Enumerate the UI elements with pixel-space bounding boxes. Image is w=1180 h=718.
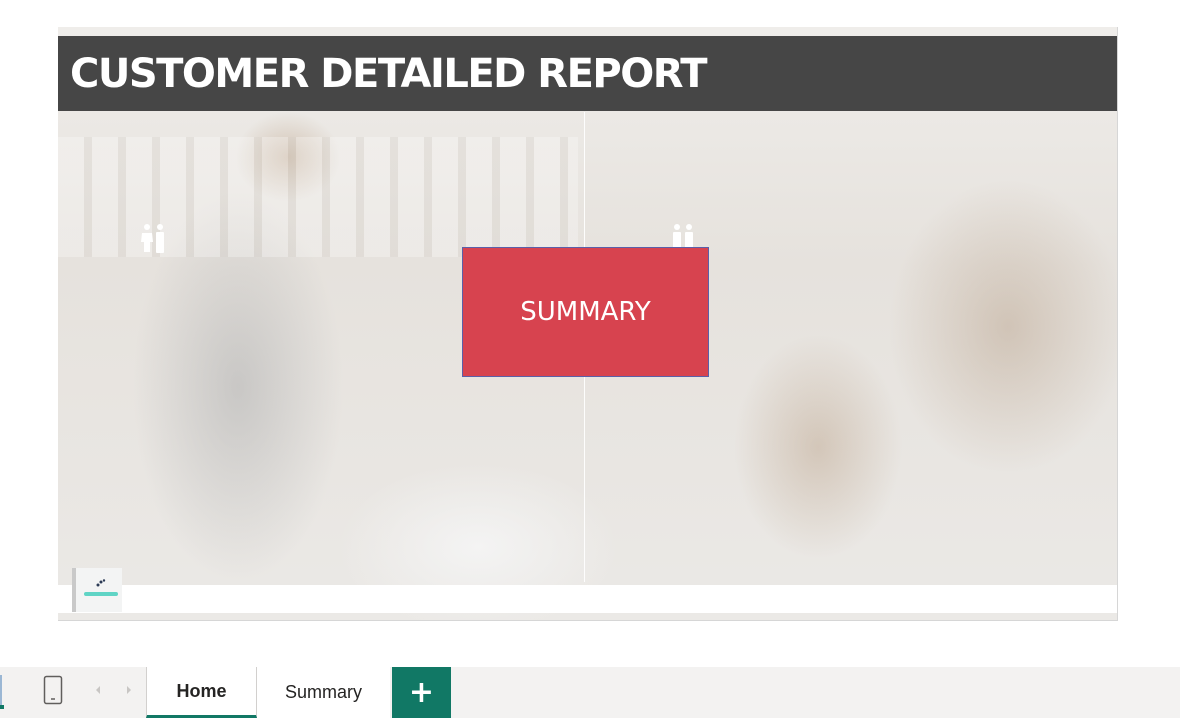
report-canvas: CUSTOMER DETAILED REPORT SUMMARY bbox=[0, 0, 1180, 665]
background-shelf bbox=[58, 137, 578, 257]
logo-mark-icon bbox=[96, 579, 106, 587]
tab-home[interactable]: Home bbox=[146, 667, 257, 718]
summary-button[interactable]: SUMMARY bbox=[462, 247, 709, 377]
title-bar: CUSTOMER DETAILED REPORT bbox=[58, 36, 1117, 111]
footer-strip bbox=[58, 585, 1117, 613]
desktop-view-indicator-icon[interactable] bbox=[0, 675, 4, 709]
company-logo bbox=[72, 568, 122, 612]
scroll-right-icon[interactable] bbox=[124, 683, 134, 697]
scroll-left-icon[interactable] bbox=[93, 683, 103, 697]
phone-layout-icon[interactable] bbox=[43, 675, 63, 705]
logo-tag bbox=[84, 592, 118, 596]
add-page-button[interactable]: + bbox=[392, 667, 451, 718]
page-tab-bar: Home Summary + bbox=[0, 667, 1180, 718]
people-icon bbox=[141, 224, 164, 253]
report-title: CUSTOMER DETAILED REPORT bbox=[70, 51, 708, 97]
tab-summary[interactable]: Summary bbox=[257, 667, 390, 718]
report-page: CUSTOMER DETAILED REPORT SUMMARY bbox=[58, 27, 1118, 621]
